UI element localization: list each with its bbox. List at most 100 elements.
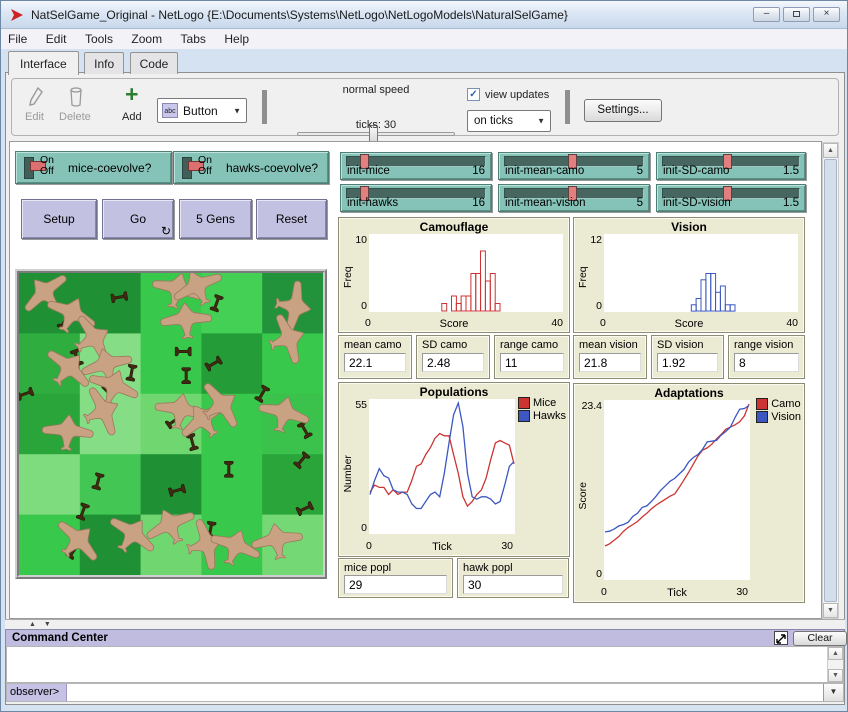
- legend-label: Mice: [533, 397, 556, 409]
- slider-init-mean-camo[interactable]: init-mean-camo 5: [498, 152, 650, 180]
- slider-init-mean-vision[interactable]: init-mean-vision 5: [498, 184, 650, 212]
- clear-button[interactable]: Clear: [793, 631, 847, 646]
- monitor-mean-camo: mean camo 22.1: [338, 335, 412, 379]
- switch-hawks-coevolve[interactable]: On Off hawks-coevolve?: [173, 151, 329, 184]
- settings-button[interactable]: Settings...: [584, 99, 662, 122]
- netlogo-window: NatSelGame_Original - NetLogo {E:\Docume…: [0, 0, 848, 712]
- plot-legend: CamoVision: [756, 398, 801, 424]
- menu-tabs[interactable]: Tabs: [174, 29, 213, 46]
- command-input[interactable]: [68, 684, 823, 701]
- scroll-down-button[interactable]: ▼: [828, 669, 843, 682]
- monitor-value: 8: [734, 353, 799, 372]
- detach-command-center-button[interactable]: [774, 631, 788, 645]
- monitor-value: 29: [344, 575, 447, 594]
- plot-camouflage: Camouflage 10 Freq 0 0 Score 40: [338, 217, 570, 333]
- go-button[interactable]: Go ↻: [102, 199, 174, 239]
- legend-swatch: [518, 410, 530, 422]
- y-axis-label: Score: [577, 482, 589, 509]
- legend-swatch: [518, 397, 530, 409]
- slider-value: 16: [472, 197, 485, 209]
- maximize-button[interactable]: [783, 7, 810, 22]
- setup-button[interactable]: Setup: [21, 199, 97, 239]
- monitor-mean-vision: mean vision 21.8: [573, 335, 647, 379]
- slider-init-mice[interactable]: init-mice 16: [340, 152, 492, 180]
- monitor-range-vision: range vision 8: [728, 335, 805, 379]
- tab-interface[interactable]: Interface: [8, 51, 79, 75]
- switch-mice-coevolve[interactable]: On Off mice-coevolve?: [15, 151, 172, 184]
- plot-vision: Vision 12 Freq 0 0 Score 40: [573, 217, 805, 333]
- chevron-down-icon: ▼: [537, 117, 545, 126]
- close-button[interactable]: ×: [813, 7, 840, 22]
- netlogo-logo-icon: [10, 7, 26, 23]
- world-canvas: [19, 273, 323, 575]
- menu-tools[interactable]: Tools: [78, 29, 120, 46]
- splitter-arrows-icon[interactable]: ▲ ▼: [29, 621, 54, 628]
- minimize-button[interactable]: –: [753, 7, 780, 22]
- menu-zoom[interactable]: Zoom: [124, 29, 169, 46]
- scroll-down-button[interactable]: ▼: [823, 603, 838, 618]
- monitor-value: 1.92: [657, 353, 718, 372]
- view-updates-label: view updates: [485, 89, 549, 101]
- scroll-up-button[interactable]: ▲: [823, 143, 838, 158]
- scroll-down-icon: ▼: [832, 672, 839, 679]
- slider-init-hawks[interactable]: init-hawks 16: [340, 184, 492, 212]
- legend-item: Vision: [756, 411, 801, 423]
- scroll-up-icon: ▲: [827, 147, 834, 154]
- slider-value: 1.5: [783, 197, 799, 209]
- tab-code[interactable]: Code: [130, 52, 179, 74]
- reset-button[interactable]: Reset: [256, 199, 327, 239]
- slider-label: init-mean-vision: [505, 197, 586, 209]
- toolbar-separator: [262, 90, 267, 124]
- command-center-output[interactable]: ▲ ▼: [6, 646, 844, 683]
- x-axis-label: Score: [339, 318, 569, 330]
- slider-value: 1.5: [783, 165, 799, 177]
- add-button[interactable]: Add: [122, 111, 142, 123]
- view-updates-checkbox[interactable]: ✓: [467, 88, 480, 101]
- five-gens-button[interactable]: 5 Gens: [179, 199, 252, 239]
- slider-init-sd-vision[interactable]: init-SD-vision 1.5: [656, 184, 806, 212]
- command-center-splitter[interactable]: ▲ ▼: [5, 619, 845, 629]
- y-max-label: 12: [576, 234, 602, 246]
- y-axis-label: Number: [342, 455, 354, 492]
- delete-button: Delete: [59, 111, 91, 123]
- update-mode-dropdown[interactable]: on ticks ▼: [467, 110, 551, 132]
- world-view[interactable]: [15, 269, 327, 579]
- x-axis-label: Score: [574, 318, 804, 330]
- y-min-label: 0: [576, 568, 602, 580]
- scrollbar-thumb[interactable]: [824, 159, 837, 602]
- legend-label: Vision: [771, 411, 801, 423]
- legend-swatch: [756, 411, 768, 423]
- command-center-title: Command Center: [12, 632, 108, 644]
- x-max-label: 30: [736, 586, 748, 598]
- tab-info[interactable]: Info: [84, 52, 124, 74]
- check-icon: ✓: [469, 89, 477, 100]
- monitor-label: range vision: [734, 339, 793, 351]
- switch-off-label: Off: [40, 165, 54, 177]
- monitor-label: hawk popl: [463, 562, 513, 574]
- menu-bar: File Edit Tools Zoom Tabs Help: [1, 29, 847, 49]
- monitor-label: SD camo: [422, 339, 467, 351]
- output-scrollbar[interactable]: ▲ ▼: [827, 647, 843, 682]
- plot-area: [604, 400, 750, 580]
- interface-scrollbar[interactable]: ▲ ▼: [822, 142, 839, 619]
- slider-label: init-mean-camo: [505, 165, 584, 177]
- agent-type-dropdown-button[interactable]: ▼: [823, 684, 843, 701]
- legend-label: Camo: [771, 398, 800, 410]
- menu-file[interactable]: File: [1, 29, 34, 46]
- y-min-label: 0: [341, 300, 367, 312]
- slider-init-sd-camo[interactable]: init-SD-camo 1.5: [656, 152, 806, 180]
- tab-strip: Interface Info Code: [8, 50, 179, 72]
- plot-title: Camouflage: [339, 220, 569, 234]
- menu-help[interactable]: Help: [217, 29, 256, 46]
- legend-item: Hawks: [518, 410, 566, 422]
- scroll-up-button[interactable]: ▲: [828, 647, 843, 660]
- observer-prompt[interactable]: observer>: [7, 684, 67, 701]
- menu-edit[interactable]: Edit: [39, 29, 74, 46]
- speed-slider[interactable]: [297, 132, 455, 136]
- chevron-down-icon: ▼: [830, 687, 838, 696]
- x-axis-label: Tick: [604, 587, 750, 599]
- switch-slot: [24, 157, 34, 179]
- widget-type-dropdown[interactable]: abc Button ▼: [157, 98, 247, 123]
- monitor-label: range camo: [500, 339, 558, 351]
- monitor-label: mean vision: [579, 339, 638, 351]
